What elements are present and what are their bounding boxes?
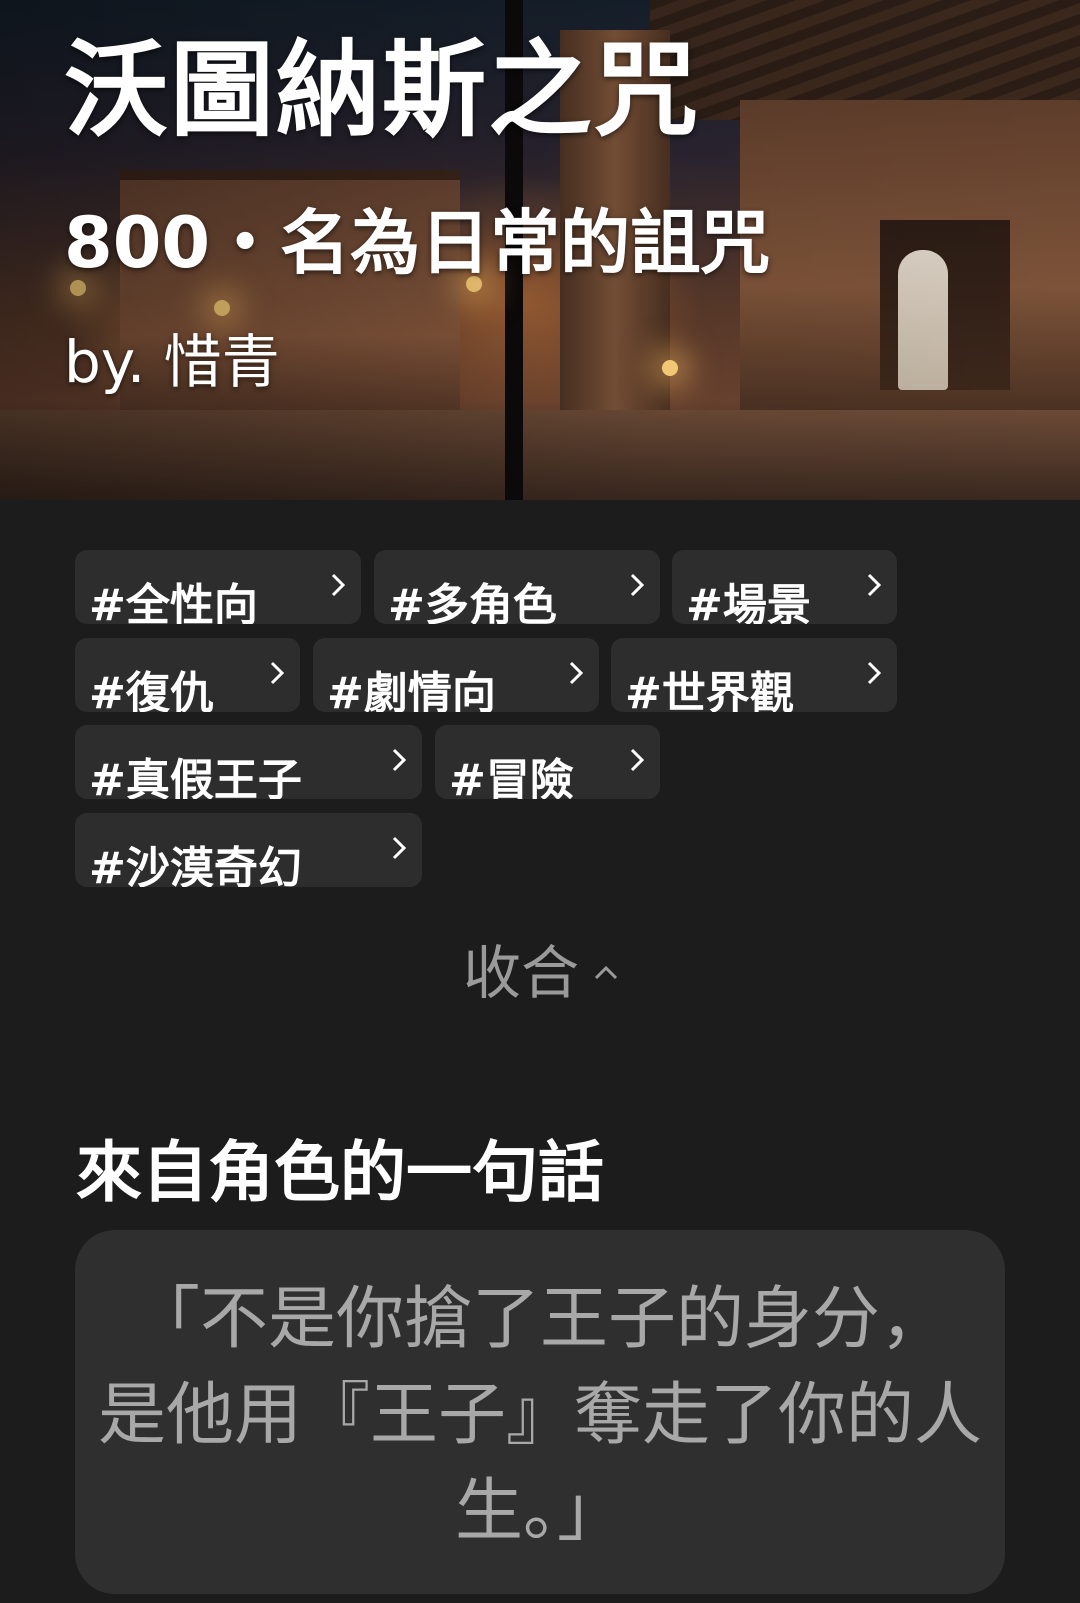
story-author: by. 惜青 [64,328,280,396]
chevron-right-icon [327,572,349,598]
quote-line: 是他用『王子』奪走了你的人 [97,1376,982,1455]
tag-chip[interactable]: #世界觀 [611,638,897,712]
chevron-right-icon [388,747,410,773]
tag-label: #世界觀 [625,668,794,712]
chevron-up-icon [593,963,619,983]
story-title: 沃圖納斯之咒 [64,29,701,151]
tag-label: #復仇 [89,668,214,712]
tag-chip[interactable]: #真假王子 [75,725,422,799]
hero-banner: 沃圖納斯之咒 800・名為日常的詛咒 by. 惜青 [0,0,1080,500]
collapse-label: 收合 [463,939,580,1007]
tag-chip[interactable]: #冒險 [435,725,660,799]
chevron-right-icon [626,747,648,773]
chevron-right-icon [863,660,885,686]
quote-line: 「不是你搶了王子的身分， [131,1280,948,1359]
tag-label: #冒險 [449,755,574,799]
chevron-right-icon [565,660,587,686]
tag-label: #沙漠奇幻 [89,843,302,887]
tag-label: #場景 [686,580,811,624]
quote-line: 生。」 [454,1472,625,1551]
chevron-right-icon [266,660,288,686]
tag-chip[interactable]: #全性向 [75,550,361,624]
character-quote-card: 「不是你搶了王子的身分， 是他用『王子』奪走了你的人 生。」 [75,1230,1005,1594]
tag-chip[interactable]: #沙漠奇幻 [75,813,422,887]
character-quote-heading: 來自角色的一句話 [76,1134,604,1211]
tag-chip[interactable]: #場景 [672,550,897,624]
tag-label: #全性向 [89,580,258,624]
tag-label: #劇情向 [327,668,496,712]
tag-chip[interactable]: #多角色 [374,550,660,624]
chevron-right-icon [626,572,648,598]
tag-label: #多角色 [388,580,557,624]
collapse-tags-button[interactable]: 收合 [463,938,619,1008]
tag-label: #真假王子 [89,755,302,799]
chevron-right-icon [863,572,885,598]
tag-chip[interactable]: #劇情向 [313,638,599,712]
tag-chip[interactable]: #復仇 [75,638,300,712]
story-subtitle: 800・名為日常的詛咒 [64,202,771,284]
chevron-right-icon [388,835,410,861]
character-quote-text: 「不是你搶了王子的身分， 是他用『王子』奪走了你的人 生。」 [75,1272,1005,1560]
